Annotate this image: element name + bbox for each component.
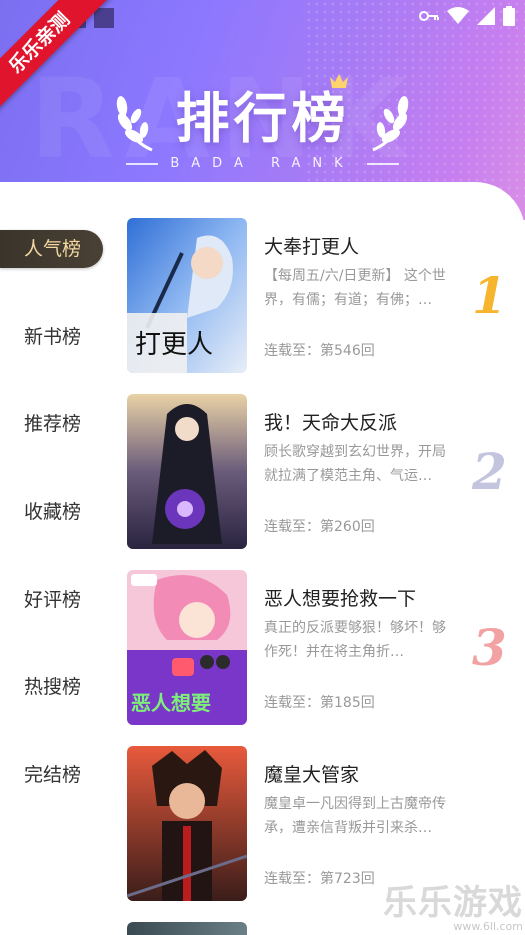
sidebar-item-label: 热搜榜 (24, 676, 82, 699)
sidebar-item-hot-search[interactable]: 热搜榜 (0, 668, 110, 756)
sidebar-item-label: 新书榜 (24, 325, 82, 348)
book-latest-chapter: 连载至：第185回 (264, 695, 375, 711)
rank-number: 1 (472, 266, 507, 325)
status-bar-right (419, 6, 515, 26)
crown-icon (330, 74, 348, 88)
sidebar-item-recommend[interactable]: 推荐榜 (0, 405, 110, 493)
sidebar-item-favorites[interactable]: 收藏榜 (0, 493, 110, 581)
svg-text:打更人: 打更人 (135, 330, 213, 360)
rank-number: 2 (472, 442, 507, 501)
book-description: 真正的反派要够狠！够坏！够作死！并在将主角折… (264, 620, 446, 660)
book-cover-image[interactable]: 恶人想要 (127, 570, 247, 725)
book-latest-chapter: 连载至：第723回 (264, 871, 375, 887)
sidebar-item-completed[interactable]: 完结榜 (0, 756, 110, 844)
key-icon (419, 10, 439, 22)
battery-icon (503, 6, 515, 26)
book-list: 打更人 大奉打更人 【每周五/六/日更新】 这个世界，有儒；有道；有佛；… 连载… (127, 218, 517, 922)
watermark-main-text: 乐乐游戏 (383, 883, 523, 923)
book-card[interactable]: 恶人想要 恶人想要抢救一下 真正的反派要够狠！够坏！够作死！并在将主角折… 连载… (127, 570, 517, 746)
sidebar-item-new[interactable]: 新书榜 (0, 318, 110, 406)
book-cover-image[interactable] (127, 746, 247, 901)
book-latest-chapter: 连载至：第260回 (264, 519, 375, 535)
book-cover-image[interactable]: 打更人 (127, 218, 247, 373)
book-card[interactable]: 打更人 大奉打更人 【每周五/六/日更新】 这个世界，有儒；有道；有佛；… 连载… (127, 218, 517, 394)
book-title[interactable]: 大奉打更人 (264, 232, 359, 259)
sidebar-item-label: 推荐榜 (24, 413, 82, 436)
rank-category-sidebar: 人气榜 新书榜 推荐榜 收藏榜 好评榜 热搜榜 完结榜 (0, 230, 110, 844)
book-latest-chapter: 连载至：第546回 (264, 343, 375, 359)
svg-text:恶人想要: 恶人想要 (131, 691, 211, 715)
book-title[interactable]: 魔皇大管家 (264, 760, 359, 787)
page-title: 排行榜 (175, 87, 350, 150)
sidebar-item-label: 收藏榜 (24, 501, 82, 524)
book-title[interactable]: 我！天命大反派 (264, 408, 397, 435)
sidebar-item-label: 好评榜 (24, 588, 82, 611)
divider (366, 162, 399, 165)
notification-square-icon (94, 8, 114, 28)
sidebar-item-label: 完结榜 (24, 764, 82, 787)
book-card[interactable]: 我！天命大反派 顾长歌穿越到玄幻世界，开局就拉满了模范主角、气运… 连载至：第2… (127, 394, 517, 570)
divider (126, 162, 159, 165)
sidebar-item-popular[interactable]: 人气榜 (0, 230, 110, 318)
wifi-icon (447, 7, 469, 25)
next-book-cover-peek[interactable] (127, 922, 247, 935)
page-subtitle: BADA RANK (170, 156, 355, 171)
site-watermark: 乐乐游戏 www.6ll.com (383, 875, 523, 933)
book-title[interactable]: 恶人想要抢救一下 (264, 584, 416, 611)
book-description: 顾长歌穿越到玄幻世界，开局就拉满了模范主角、气运… (264, 444, 446, 484)
book-cover-image[interactable] (127, 394, 247, 549)
sidebar-item-top-rated[interactable]: 好评榜 (0, 581, 110, 669)
subtitle-row: BADA RANK (0, 156, 525, 171)
book-description: 【每周五/六/日更新】 这个世界，有儒；有道；有佛；… (264, 268, 446, 308)
signal-icon (477, 7, 495, 25)
sidebar-item-label: 人气榜 (0, 230, 104, 268)
book-description: 魔皇卓一凡因得到上古魔帝传承，遭亲信背叛并引来杀… (264, 796, 446, 836)
rank-number: 3 (472, 618, 507, 677)
